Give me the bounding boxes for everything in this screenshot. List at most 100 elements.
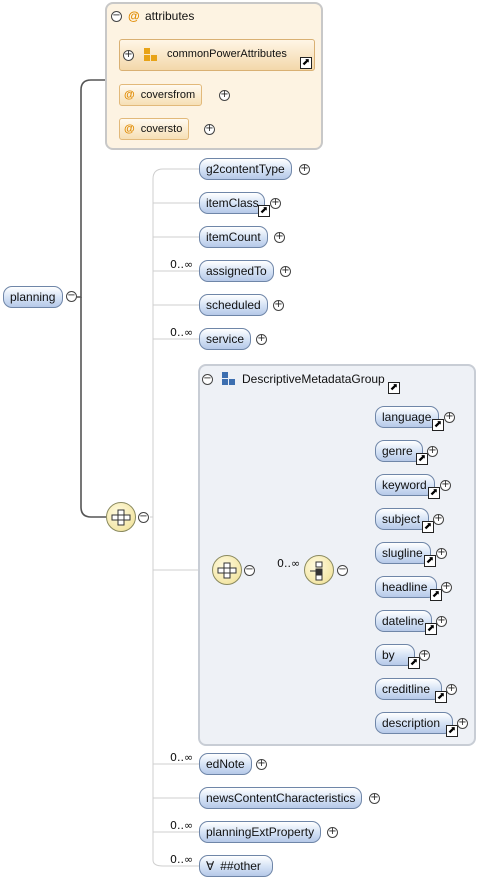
- expand-icon[interactable]: +: [444, 412, 455, 423]
- element-itemCount[interactable]: itemCount: [199, 226, 268, 248]
- element-label: subject: [382, 512, 421, 526]
- element-edNote[interactable]: edNote: [199, 753, 252, 775]
- wildcard-icon: ∀: [206, 859, 215, 873]
- collapse-icon[interactable]: −: [244, 565, 255, 576]
- reference-arrow-icon[interactable]: ⬈: [424, 555, 436, 567]
- reference-arrow-icon[interactable]: ⬈: [300, 57, 312, 69]
- collapse-icon[interactable]: −: [138, 512, 149, 523]
- sequence-compositor-icon[interactable]: [212, 555, 242, 585]
- element-description[interactable]: description ⬈: [375, 712, 458, 737]
- occurrence-label: 0..∞: [170, 853, 194, 866]
- element-label: language: [382, 410, 432, 424]
- element-label: genre: [382, 444, 413, 458]
- reference-arrow-icon[interactable]: ⬈: [258, 205, 270, 217]
- expand-icon[interactable]: +: [327, 827, 338, 838]
- reference-arrow-icon[interactable]: ⬈: [430, 589, 442, 601]
- element-service[interactable]: service: [199, 328, 252, 350]
- attributes-panel: − @ attributes + commonPowerAttributes ⬈…: [105, 2, 323, 150]
- element-label: slugline: [382, 546, 423, 560]
- attribute-coversfrom[interactable]: @ coversfrom: [119, 84, 203, 106]
- expand-icon[interactable]: +: [256, 759, 267, 770]
- occurrence-label: 0..∞: [277, 557, 301, 570]
- reference-arrow-icon[interactable]: ⬈: [416, 453, 428, 465]
- reference-arrow-icon[interactable]: ⬈: [408, 657, 420, 669]
- choice-compositor-icon[interactable]: [304, 555, 334, 585]
- expand-icon[interactable]: +: [274, 232, 285, 243]
- element-label: edNote: [206, 757, 245, 771]
- expand-icon[interactable]: +: [280, 266, 291, 277]
- root-element-planning[interactable]: planning: [3, 286, 63, 308]
- element-label: itemClass: [206, 196, 259, 210]
- attribute-group-ref[interactable]: + commonPowerAttributes ⬈: [119, 39, 315, 71]
- expand-icon[interactable]: +: [440, 480, 451, 491]
- occurrence-label: 0..∞: [170, 751, 194, 764]
- expand-icon[interactable]: +: [256, 334, 267, 345]
- element-label: g2contentType: [206, 162, 285, 176]
- element-label: planningExtProperty: [206, 825, 315, 839]
- expand-icon[interactable]: +: [123, 50, 134, 61]
- group-label: DescriptiveMetadataGroup: [242, 372, 385, 386]
- expand-icon[interactable]: +: [436, 616, 447, 627]
- expand-icon[interactable]: +: [457, 718, 468, 729]
- element-g2contentType[interactable]: g2contentType: [199, 158, 292, 180]
- element-creditline[interactable]: creditline ⬈: [375, 678, 447, 703]
- at-sign-icon: @: [124, 89, 135, 101]
- expand-icon[interactable]: +: [204, 124, 215, 135]
- element-assignedTo[interactable]: assignedTo: [199, 260, 274, 282]
- element-newsContentCharacteristics[interactable]: newsContentCharacteristics: [199, 787, 363, 809]
- at-sign-icon: @: [124, 123, 135, 135]
- element-label: keyword: [382, 478, 427, 492]
- collapse-icon[interactable]: −: [202, 374, 213, 385]
- element-label: ##other: [220, 859, 261, 873]
- element-label: creditline: [382, 682, 431, 696]
- sequence-compositor-icon[interactable]: [106, 502, 136, 532]
- element-label: by: [382, 648, 395, 662]
- element-slugline[interactable]: slugline ⬈: [375, 542, 436, 567]
- at-sign-icon: @: [128, 9, 140, 23]
- reference-arrow-icon[interactable]: ⬈: [388, 382, 400, 394]
- element-planningExtProperty[interactable]: planningExtProperty: [199, 821, 322, 843]
- element-by[interactable]: by ⬈: [375, 644, 420, 669]
- element-dateline[interactable]: dateline ⬈: [375, 610, 437, 635]
- expand-icon[interactable]: +: [433, 514, 444, 525]
- element-label: newsContentCharacteristics: [206, 791, 356, 805]
- reference-arrow-icon[interactable]: ⬈: [422, 521, 434, 533]
- element-label: dateline: [382, 614, 425, 628]
- element-language[interactable]: language ⬈: [375, 406, 444, 431]
- expand-icon[interactable]: +: [441, 582, 452, 593]
- reference-arrow-icon[interactable]: ⬈: [432, 419, 444, 431]
- expand-icon[interactable]: +: [446, 684, 457, 695]
- element-headline[interactable]: headline ⬈: [375, 576, 442, 601]
- reference-arrow-icon[interactable]: ⬈: [425, 623, 437, 635]
- root-element-label: planning: [10, 290, 56, 304]
- expand-icon[interactable]: +: [219, 90, 230, 101]
- element-itemClass[interactable]: itemClass ⬈: [199, 192, 270, 217]
- element-any-other[interactable]: ∀ ##other: [199, 855, 273, 877]
- occurrence-label: 0..∞: [170, 258, 194, 271]
- expand-icon[interactable]: +: [427, 446, 438, 457]
- element-keyword[interactable]: keyword ⬈: [375, 474, 440, 499]
- occurrence-label: 0..∞: [170, 326, 194, 339]
- attribute-coversto[interactable]: @ coversto: [119, 118, 190, 140]
- collapse-icon[interactable]: −: [66, 291, 77, 302]
- attributes-header: attributes: [145, 9, 195, 23]
- expand-icon[interactable]: +: [436, 548, 447, 559]
- expand-icon[interactable]: +: [369, 793, 380, 804]
- reference-arrow-icon[interactable]: ⬈: [446, 725, 458, 737]
- element-label: scheduled: [206, 298, 261, 312]
- element-label: headline: [382, 580, 428, 594]
- collapse-icon[interactable]: −: [111, 11, 122, 22]
- element-scheduled[interactable]: scheduled: [199, 294, 268, 316]
- element-label: description: [382, 716, 441, 730]
- element-subject[interactable]: subject ⬈: [375, 508, 434, 533]
- element-label: service: [206, 332, 245, 346]
- reference-arrow-icon[interactable]: ⬈: [435, 691, 447, 703]
- expand-icon[interactable]: +: [273, 300, 284, 311]
- collapse-icon[interactable]: −: [337, 565, 348, 576]
- expand-icon[interactable]: +: [419, 650, 430, 661]
- reference-arrow-icon[interactable]: ⬈: [428, 487, 440, 499]
- group-icon: [222, 372, 236, 386]
- expand-icon[interactable]: +: [270, 198, 281, 209]
- element-genre[interactable]: genre ⬈: [375, 440, 428, 465]
- expand-icon[interactable]: +: [299, 164, 310, 175]
